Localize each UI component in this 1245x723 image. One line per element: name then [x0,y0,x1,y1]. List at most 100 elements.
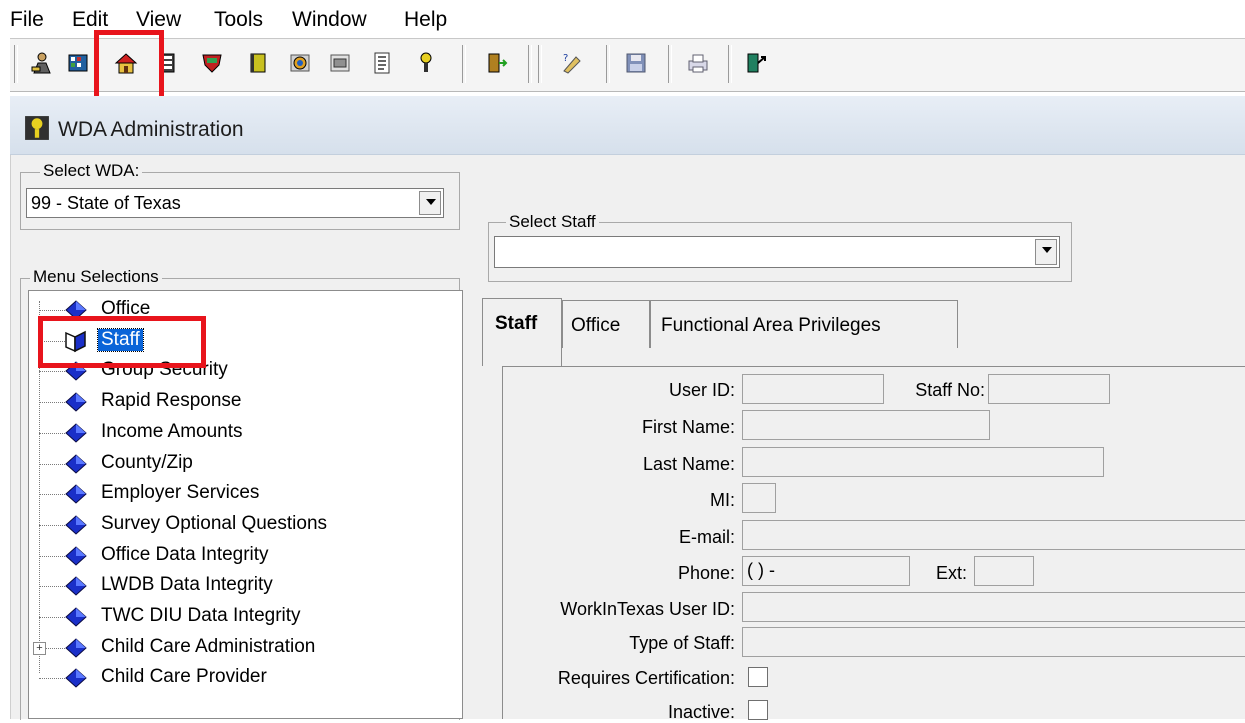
tree-item-label: LWDB Data Integrity [101,574,273,596]
tree-connector-line [39,310,65,311]
closed-book-icon [63,452,89,476]
chevron-down-icon[interactable] [419,191,441,215]
first-name-field[interactable] [742,410,990,440]
closed-book-icon [63,513,89,537]
last-name-field[interactable] [742,447,1104,477]
book-icon[interactable] [246,51,270,75]
closed-book-icon [63,544,89,568]
tree-item[interactable]: Office Data Integrity [29,541,459,571]
tree-item[interactable]: Survey Optional Questions [29,510,459,540]
svg-text:?: ? [563,53,568,64]
toolbar: ? [10,38,1245,92]
tree-item-label: Survey Optional Questions [101,512,328,534]
tree-item[interactable]: + Child Care Administration [29,633,459,663]
closed-book-icon [63,482,89,506]
phone-label: Phone: [677,563,735,583]
user-id-label: User ID: [668,380,735,400]
select-staff-dropdown[interactable] [494,236,1060,268]
closed-book-icon [63,666,89,690]
globe-icon[interactable] [288,51,312,75]
tree-item-label: TWC DIU Data Integrity [101,605,301,626]
phone-field[interactable]: ( ) - [742,556,910,586]
window-panel-icon[interactable] [328,51,352,75]
tree-item[interactable]: Income Amounts [29,418,459,448]
tree-connector-line [39,678,65,680]
toolbar-grip [14,45,18,83]
logoff-door-icon[interactable] [744,51,768,75]
first-name-label: First Name: [641,417,735,437]
select-wda-dropdown[interactable]: 99 - State of Texas [26,188,444,218]
menu-edit[interactable]: Edit [72,8,108,32]
window-title: WDA Administration [58,118,244,141]
menu-help[interactable]: Help [404,8,447,32]
highlight-box-staff [38,316,206,368]
menu-window[interactable]: Window [292,8,367,32]
tree-item[interactable]: Employer Services [29,479,459,509]
tree-connector-line [39,432,65,434]
tree-item[interactable]: County/Zip [29,449,459,479]
tab-office[interactable]: Office [562,300,650,348]
inactive-label: Inactive: [667,702,735,722]
menu-tools[interactable]: Tools [214,8,263,32]
window-staff-person-icon [24,115,50,141]
tab-office-label: Office [571,315,621,336]
mi-label: MI: [710,490,735,510]
tab-functional-area-privileges-label: Functional Area Privileges [661,315,881,336]
expand-plus-icon[interactable]: + [33,641,46,655]
inactive-checkbox[interactable] [748,700,768,720]
tree-connector-line [39,402,65,404]
user-id-field[interactable] [742,374,884,404]
closed-book-icon [63,574,89,598]
tree-item[interactable]: Child Care Provider [29,663,459,693]
tab-staff[interactable]: Staff [482,298,562,366]
type-of-staff-field[interactable] [742,627,1245,657]
closed-book-icon [63,605,89,629]
toolbar-separator [606,45,610,83]
tab-functional-area-privileges[interactable]: Functional Area Privileges [650,300,958,348]
mi-field[interactable] [742,483,776,513]
menu-file[interactable]: File [10,8,44,32]
tree-item-label: Office Data Integrity [101,543,269,565]
closed-book-icon [63,421,89,445]
tree-item-label: Rapid Response [101,390,242,412]
chevron-down-icon[interactable] [1035,239,1057,265]
last-name-label: Last Name: [642,454,735,474]
tree-item[interactable]: Rapid Response [29,387,459,417]
tree-connector-line [39,371,65,373]
staff-no-field[interactable] [988,374,1110,404]
toolbar-separator [528,45,532,83]
menu-view[interactable]: View [136,8,181,32]
shield-badge-icon[interactable] [200,51,224,75]
list-document-icon[interactable] [370,51,394,75]
select-wda-value: 99 - State of Texas [31,193,181,213]
closed-book-icon [63,636,89,660]
tree-item-label: Child Care Provider [101,666,267,688]
toolbar-separator [728,45,732,83]
tree-item-label: Child Care Administration [101,635,316,657]
tree-connector-line [39,586,65,588]
person-tools-icon[interactable] [30,51,54,75]
tree-item-label: Employer Services [101,482,260,504]
exit-door-icon[interactable] [484,51,508,75]
tree-connector-line [39,555,65,557]
tree-item[interactable]: TWC DIU Data Integrity [29,602,459,632]
print-icon[interactable] [686,51,710,75]
email-field[interactable] [742,520,1245,550]
save-disk-icon[interactable] [624,51,648,75]
staff-person-icon[interactable] [414,51,438,75]
menu-selections-label: Menu Selections [30,267,162,287]
closed-book-icon [63,390,89,414]
requires-certification-checkbox[interactable] [748,667,768,687]
tree-item-label: County/Zip [101,451,193,473]
select-wda-label: Select WDA: [40,161,143,181]
toolbar-separator [538,45,542,83]
ext-field[interactable] [974,556,1034,586]
tree-connector-line [39,524,65,526]
workintexas-id-field[interactable] [742,592,1245,622]
menu-bar: File Edit View Tools Window Help [0,0,1245,38]
tree-connector-line [39,617,65,618]
type-of-staff-label: Type of Staff: [629,633,735,653]
tree-item[interactable]: LWDB Data Integrity [29,571,459,601]
building-grid-icon[interactable] [66,51,90,75]
help-pointer-icon[interactable]: ? [560,51,584,75]
